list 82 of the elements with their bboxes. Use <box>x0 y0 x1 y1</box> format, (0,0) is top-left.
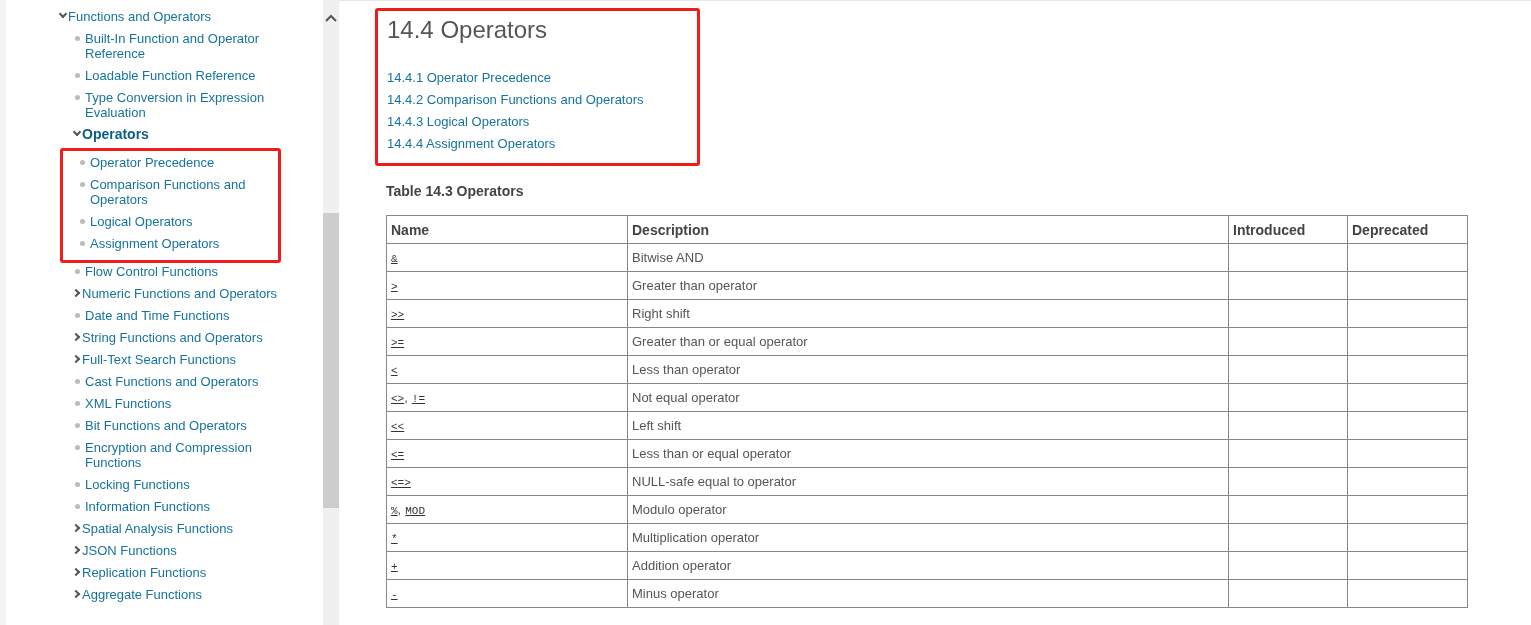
nav-link[interactable]: Operator Precedence <box>90 155 278 170</box>
nav-link[interactable]: Assignment Operators <box>90 236 278 251</box>
bullet-icon <box>75 379 80 384</box>
operator-link[interactable]: >> <box>391 309 405 321</box>
page-title: 14.4 Operators <box>387 15 549 45</box>
table-caption: Table 14.3 Operators <box>386 183 525 199</box>
nav-link[interactable]: Full-Text Search Functions <box>82 352 287 367</box>
operator-link[interactable]: + <box>391 561 398 573</box>
operator-link[interactable]: != <box>411 393 426 405</box>
scrollbar[interactable] <box>323 0 339 625</box>
operator-link[interactable]: << <box>391 421 405 433</box>
bullet-icon <box>75 95 80 100</box>
bullet-icon <box>75 423 80 428</box>
bullet-icon <box>75 269 80 274</box>
bullet-icon <box>80 182 85 187</box>
nav-link[interactable]: Numeric Functions and Operators <box>82 286 287 301</box>
table-cell: Modulo operator <box>627 495 1229 524</box>
table-cell: Multiplication operator <box>627 523 1229 552</box>
nav-link[interactable]: JSON Functions <box>82 543 287 558</box>
table-cell: Less than or equal operator <box>627 439 1229 468</box>
bullet-icon <box>80 219 85 224</box>
nav-link[interactable]: Encryption and Compression Functions <box>85 440 290 470</box>
operator-link[interactable]: & <box>391 253 398 265</box>
column-header: Description <box>627 215 1229 244</box>
operator-link[interactable]: < <box>391 365 398 377</box>
scroll-up-icon[interactable] <box>325 14 337 22</box>
nav-link[interactable]: Information Functions <box>85 499 290 514</box>
nav-link[interactable]: Aggregate Functions <box>82 587 287 602</box>
table-cell: Less than operator <box>627 355 1229 384</box>
column-header: Introduced <box>1228 215 1348 244</box>
toc-link[interactable]: 14.4.1 Operator Precedence <box>387 67 552 89</box>
nav-link[interactable]: Type Conversion in Expression Evaluation <box>85 90 290 120</box>
bullet-icon <box>75 313 80 318</box>
nav-link[interactable]: Flow Control Functions <box>85 264 290 279</box>
scrollbar-thumb[interactable] <box>323 213 339 508</box>
nav-link[interactable]: Locking Functions <box>85 477 290 492</box>
operator-link[interactable]: <> <box>391 393 405 405</box>
table-cell: Right shift <box>627 299 1229 328</box>
operator-link[interactable]: % <box>391 505 398 517</box>
toc-link[interactable]: 14.4.3 Logical Operators <box>387 111 530 133</box>
nav-link[interactable]: Logical Operators <box>90 214 278 229</box>
nav-link[interactable]: Loadable Function Reference <box>85 68 290 83</box>
bullet-icon <box>75 504 80 509</box>
bullet-icon <box>75 73 80 78</box>
nav-link[interactable]: Cast Functions and Operators <box>85 374 290 389</box>
bullet-icon <box>80 160 85 165</box>
table-cell: Addition operator <box>627 551 1229 580</box>
table-cell: Minus operator <box>627 579 1229 608</box>
operator-link[interactable]: * <box>391 533 398 545</box>
table-cell: NULL-safe equal to operator <box>627 467 1229 496</box>
nav-link[interactable]: String Functions and Operators <box>82 330 287 345</box>
operator-link[interactable]: > <box>391 281 398 293</box>
table-cell: Greater than or equal operator <box>627 327 1229 356</box>
toc-link[interactable]: 14.4.4 Assignment Operators <box>387 133 556 155</box>
nav-link[interactable]: Comparison Functions and Operators <box>90 177 278 207</box>
nav-link[interactable]: Bit Functions and Operators <box>85 418 290 433</box>
nav-link[interactable]: Replication Functions <box>82 565 287 580</box>
table-cell: Greater than operator <box>627 271 1229 300</box>
table-cell: Not equal operator <box>627 383 1229 412</box>
operator-link[interactable]: <=> <box>391 477 411 489</box>
bullet-icon <box>80 241 85 246</box>
bullet-icon <box>75 482 80 487</box>
bullet-icon <box>75 445 80 450</box>
column-header: Name <box>386 215 628 244</box>
operator-link[interactable]: MOD <box>405 505 426 517</box>
operator-link[interactable]: >= <box>391 337 405 349</box>
nav-link[interactable]: Functions and Operators <box>68 9 273 24</box>
operator-link[interactable]: - <box>391 589 398 601</box>
separator-text: , <box>397 502 402 517</box>
toc-link[interactable]: 14.4.2 Comparison Functions and Operators <box>387 89 644 111</box>
bullet-icon <box>75 36 80 41</box>
nav-link[interactable]: Date and Time Functions <box>85 308 290 323</box>
bullet-icon <box>75 401 80 406</box>
nav-link[interactable]: Built-In Function and Operator Reference <box>85 31 290 61</box>
nav-link[interactable]: XML Functions <box>85 396 290 411</box>
nav-link[interactable]: Operators <box>82 127 287 142</box>
separator-text: , <box>404 390 408 405</box>
nav-link[interactable]: Spatial Analysis Functions <box>82 521 287 536</box>
table-cell: Left shift <box>627 411 1229 440</box>
column-header: Deprecated <box>1347 215 1468 244</box>
operator-link[interactable]: <= <box>391 449 405 461</box>
table-cell: Bitwise AND <box>627 243 1229 272</box>
